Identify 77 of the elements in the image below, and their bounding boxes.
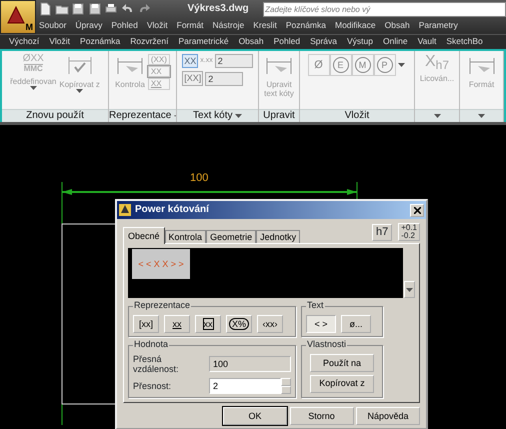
dialog-button[interactable]: Nápověda bbox=[356, 406, 420, 425]
text-button[interactable]: < > bbox=[306, 315, 336, 333]
menu-item[interactable]: Vložit bbox=[146, 21, 168, 31]
document-title: Výkres3.dwg bbox=[188, 3, 249, 15]
menu-item[interactable]: Kreslit bbox=[253, 21, 277, 31]
dialog-button[interactable]: Storno bbox=[290, 406, 354, 425]
app-logo-button[interactable]: M bbox=[0, 0, 36, 34]
representation-button[interactable]: [xx] bbox=[133, 315, 159, 333]
representation-button[interactable]: ‹xx› bbox=[257, 315, 283, 333]
menu-item[interactable]: Nástroje bbox=[212, 21, 244, 31]
panel-title: Znovu použít bbox=[26, 110, 84, 122]
dialog-tab[interactable]: Obecné bbox=[123, 226, 165, 244]
ribbon-tab[interactable]: Online bbox=[383, 37, 408, 47]
menu-item[interactable]: Parametry bbox=[418, 21, 458, 31]
caret-icon bbox=[406, 288, 413, 292]
menu-item[interactable]: Modifikace bbox=[335, 21, 376, 31]
ribbon-tab[interactable]: Výstup bbox=[347, 37, 374, 47]
preview-text: < < X X > > bbox=[132, 249, 190, 279]
save-icon[interactable] bbox=[88, 2, 102, 16]
ribbon-tab[interactable]: Výchozí bbox=[9, 37, 40, 47]
precision-spin-field[interactable]: 2 bbox=[214, 54, 253, 68]
representation-button[interactable]: xx bbox=[164, 315, 190, 333]
close-icon bbox=[414, 206, 420, 214]
dialog-button[interactable]: OK bbox=[223, 406, 287, 425]
dialog-tab[interactable]: Jednotky bbox=[256, 230, 300, 243]
ribbon-tab[interactable]: Správa bbox=[310, 37, 338, 47]
app-menu-label: M bbox=[26, 22, 33, 32]
group-title: Hodnota bbox=[133, 339, 170, 350]
representation-button[interactable]: xx bbox=[195, 315, 221, 333]
app-icon bbox=[119, 204, 131, 216]
ribbon-tab[interactable]: Poznámka bbox=[80, 37, 120, 47]
panel-title: Vložit bbox=[344, 110, 370, 122]
menu-item[interactable]: Formát bbox=[176, 21, 204, 31]
panel-title: Upravit bbox=[263, 110, 295, 122]
dialog-tab[interactable]: Kontrola bbox=[164, 230, 206, 243]
fit-button[interactable]: h7 bbox=[372, 224, 392, 241]
format-toggle-button[interactable]: [XX] bbox=[182, 71, 204, 86]
properties-button[interactable]: Použít na bbox=[310, 354, 374, 372]
field-label: Přesná vzdálenost: bbox=[133, 354, 180, 375]
dialog-tab[interactable]: Geometrie bbox=[206, 230, 256, 243]
ribbon-tab[interactable]: Rozvržení bbox=[130, 37, 168, 47]
menu-item[interactable]: Poznámka bbox=[286, 21, 326, 31]
dimension-value: 100 bbox=[190, 172, 208, 185]
menu-item[interactable]: Pohled bbox=[111, 21, 138, 31]
tolerance-button[interactable]: +0.1 -0.2 bbox=[398, 223, 420, 241]
distance-field[interactable]: 100 bbox=[209, 356, 291, 372]
field-label: Přesnost: bbox=[133, 380, 172, 391]
ribbon-tab[interactable]: Obsah bbox=[238, 37, 264, 47]
group-title: Vlastnosti bbox=[306, 339, 348, 350]
search-field[interactable]: Zadejte klíčové slovo nebo vý bbox=[263, 2, 506, 16]
dimension-icon bbox=[66, 54, 94, 76]
dropdown-button[interactable] bbox=[404, 281, 415, 298]
ribbon-tab[interactable]: Vložit bbox=[49, 37, 70, 47]
tool-icon-text: MMC bbox=[24, 64, 43, 73]
panel-title: Reprezentace bbox=[109, 110, 172, 122]
logo-icon bbox=[6, 5, 26, 25]
save-icon[interactable] bbox=[71, 2, 85, 16]
new-file-icon[interactable] bbox=[38, 2, 52, 16]
menu-item[interactable]: Úpravy bbox=[75, 21, 102, 31]
text-button[interactable]: ø... bbox=[341, 315, 371, 333]
ribbon-tab[interactable]: Pohled bbox=[274, 37, 300, 47]
tool-icon-text: ØXX bbox=[22, 54, 44, 64]
group-title: Text bbox=[306, 300, 325, 310]
close-button[interactable] bbox=[410, 204, 424, 216]
group-title: Reprezentace bbox=[133, 300, 192, 310]
ribbon-tab[interactable]: Parametrické bbox=[178, 37, 229, 47]
menu-item[interactable]: Soubor bbox=[39, 21, 66, 31]
format-toggle-button[interactable]: XX bbox=[182, 54, 198, 68]
properties-button[interactable]: Kopírovat z bbox=[310, 374, 374, 392]
ribbon-tab[interactable]: SketchBo bbox=[446, 37, 483, 47]
representation-button[interactable]: X% bbox=[226, 315, 252, 333]
ribbon-tab[interactable]: Vault bbox=[418, 37, 436, 47]
precision-spin-field[interactable]: 2 bbox=[205, 72, 244, 86]
panel-title: Text kóty bbox=[193, 110, 232, 122]
tool-icon-text: X$_{h7}$ bbox=[424, 54, 450, 70]
menu-item[interactable]: Obsah bbox=[384, 21, 410, 31]
dialog-title: Power kótování bbox=[135, 204, 209, 216]
